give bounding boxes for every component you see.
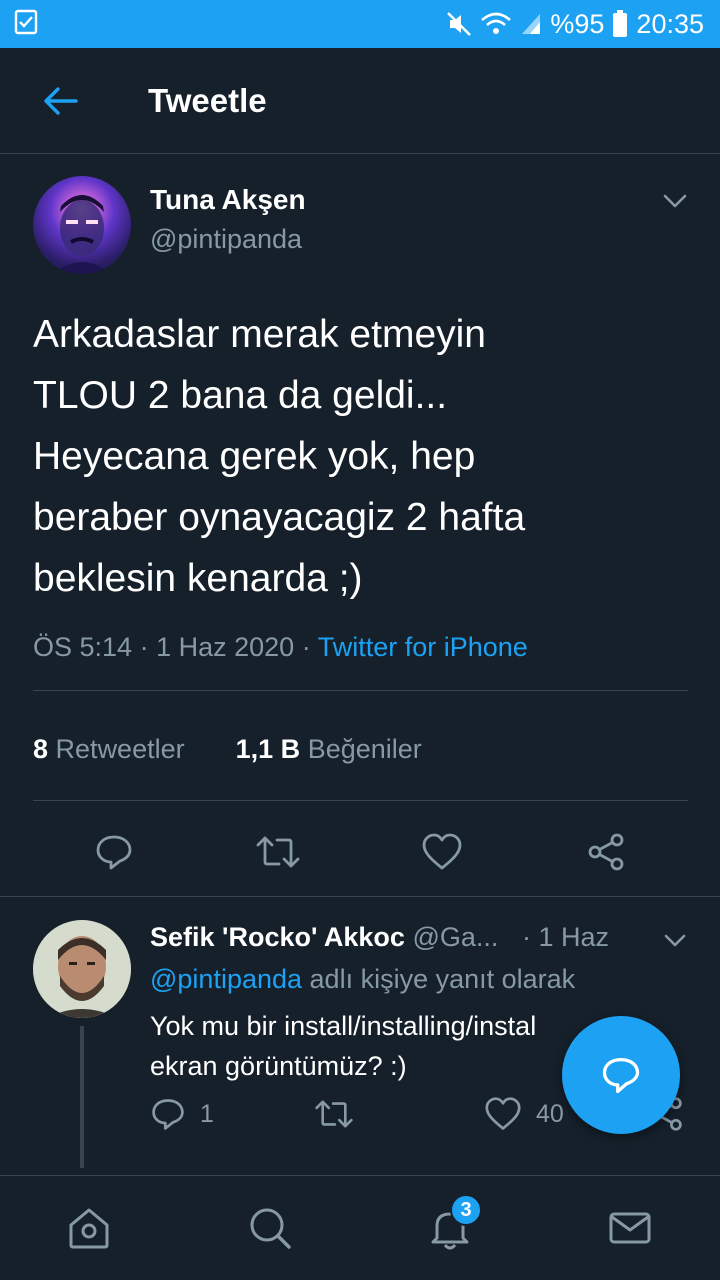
- replying-to: @pintipanda adlı kişiye yanıt olarak: [150, 964, 575, 995]
- tweet-text-line: Heyecana gerek yok, hep: [33, 435, 476, 478]
- retweet-count: 8: [33, 734, 49, 764]
- app-bar: Tweetle: [0, 48, 720, 154]
- like-button[interactable]: [418, 828, 466, 876]
- mute-icon: [446, 11, 472, 37]
- avatar[interactable]: [33, 176, 131, 274]
- meta-separator: ·: [139, 632, 149, 662]
- retweet-label: Retweetler: [55, 734, 185, 764]
- reply-button[interactable]: [90, 828, 138, 876]
- reply-author-name[interactable]: Sefik 'Rocko' Akkoc: [150, 922, 405, 952]
- status-time: 20:35: [636, 8, 704, 39]
- retweet-button[interactable]: [254, 828, 302, 876]
- thread-line: [80, 1026, 84, 1168]
- nav-home[interactable]: [59, 1198, 119, 1258]
- like-icon: [422, 833, 462, 870]
- like-count: 1,1 B: [235, 734, 301, 764]
- tweet-text-line: Arkadaslar merak etmeyin: [33, 313, 486, 356]
- signal-icon: [520, 12, 542, 36]
- messages-icon: [609, 1212, 651, 1244]
- nav-search[interactable]: [240, 1198, 300, 1258]
- tweet-date: 1 Haz 2020: [156, 632, 295, 662]
- reply-avatar[interactable]: [33, 920, 131, 1018]
- author-handle[interactable]: @pintipanda: [150, 224, 302, 255]
- chevron-down-icon: [664, 934, 686, 947]
- like-label: Beğeniler: [307, 734, 422, 764]
- reply-author-handle[interactable]: @Ga...: [412, 922, 498, 952]
- replying-mention-link[interactable]: @pintipanda: [150, 964, 302, 994]
- divider: [0, 896, 720, 897]
- battery-icon: [612, 10, 628, 38]
- search-icon: [250, 1208, 291, 1249]
- likes-link[interactable]: 1,1 B Beğeniler: [236, 734, 422, 764]
- reply-reply-button[interactable]: 1: [150, 1096, 214, 1132]
- divider: [33, 690, 688, 691]
- wifi-icon: [480, 11, 512, 37]
- status-icons: %95 20:35: [446, 9, 704, 40]
- retweet-icon: [315, 1100, 353, 1128]
- divider: [33, 800, 688, 801]
- tweet-stats: 8 Retweetler 1,1 B Beğeniler: [33, 734, 422, 765]
- back-arrow-icon: [44, 86, 78, 115]
- share-button[interactable]: [582, 828, 630, 876]
- reply-icon: [152, 1099, 184, 1130]
- back-button[interactable]: [30, 70, 92, 132]
- author-name[interactable]: Tuna Akşen: [150, 184, 306, 216]
- replying-suffix: adlı kişiye yanıt olarak: [302, 964, 576, 994]
- checklist-notification-icon: [14, 9, 38, 40]
- tweet-meta: ÖS 5:14 · 1 Haz 2020 · Twitter for iPhon…: [33, 632, 528, 663]
- tweet-text-line: beraber oynayacagiz 2 hafta: [33, 496, 526, 539]
- notification-badge: 3: [450, 1194, 482, 1226]
- reply-retweet-button[interactable]: [314, 1096, 354, 1132]
- tweet-source-link[interactable]: Twitter for iPhone: [318, 632, 528, 662]
- tweet-text-line: TLOU 2 bana da geldi...: [33, 374, 448, 417]
- reply-reply-count: 1: [200, 1099, 214, 1128]
- tweet-text-line: beklesin kenarda ;): [33, 557, 363, 600]
- retweet-icon: [256, 836, 300, 868]
- meta-separator: ·: [301, 632, 311, 662]
- bottom-nav: 3: [0, 1175, 720, 1280]
- reply-like-count: 40: [536, 1099, 564, 1128]
- tweet-text: Arkadaslar merak etmeyin TLOU 2 bana da …: [33, 304, 673, 609]
- home-icon: [69, 1208, 109, 1249]
- battery-level: %95: [550, 8, 605, 39]
- reply-icon: [96, 835, 132, 870]
- tweet-time: ÖS 5:14: [33, 632, 133, 662]
- retweets-link[interactable]: 8 Retweetler: [33, 734, 185, 764]
- reply-like-button[interactable]: 40: [484, 1096, 564, 1132]
- nav-messages[interactable]: [600, 1198, 660, 1258]
- reply-options-button[interactable]: [658, 924, 692, 958]
- status-bar: %95 20:35: [0, 0, 720, 48]
- compose-icon: [602, 1057, 640, 1094]
- tweet-actions: [0, 826, 720, 878]
- like-icon: [485, 1097, 521, 1130]
- tweet-options-button[interactable]: [658, 184, 692, 218]
- compose-reply-button[interactable]: [562, 1016, 680, 1134]
- chevron-down-icon: [663, 194, 687, 208]
- page-title: Tweetle: [148, 81, 267, 119]
- reply-time: · 1 Haz: [522, 922, 610, 952]
- reply-header: Sefik 'Rocko' Akkoc @Ga...: [150, 922, 498, 953]
- share-icon: [588, 833, 624, 871]
